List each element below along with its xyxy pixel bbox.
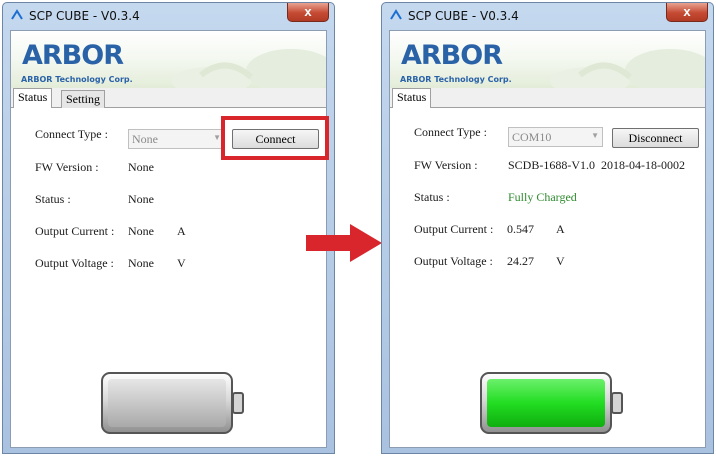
- output-current-label: Output Current :: [35, 224, 115, 238]
- title-bar[interactable]: SCP CUBE - V0.3.4 x: [3, 3, 334, 29]
- output-voltage-unit: V: [177, 256, 186, 270]
- tab-setting[interactable]: Setting: [61, 90, 106, 108]
- battery-icon: [101, 372, 244, 434]
- arbor-logo: ARBOR: [22, 40, 124, 71]
- status-page: Connect Type : COM10 ▼ Disconnect FW Ver…: [390, 108, 705, 447]
- fw-version-label: FW Version :: [414, 158, 478, 172]
- arbor-logo: ARBOR: [401, 40, 503, 71]
- output-current-value: 0.547: [507, 222, 534, 236]
- title-bar[interactable]: SCP CUBE - V0.3.4 x: [382, 3, 713, 29]
- output-current-unit: A: [556, 222, 565, 236]
- status-label: Status :: [35, 192, 71, 206]
- close-button[interactable]: x: [666, 3, 708, 22]
- fw-version-label: FW Version :: [35, 160, 99, 174]
- app-window-after: SCP CUBE - V0.3.4 x ARBOR ARBOR Technolo…: [381, 2, 714, 454]
- logo-subtitle: ARBOR Technology Corp.: [21, 75, 133, 84]
- output-voltage-value: None: [128, 256, 154, 270]
- connect-type-select[interactable]: COM10 ▼: [508, 127, 603, 147]
- status-value: Fully Charged: [508, 190, 577, 204]
- disconnect-button[interactable]: Disconnect: [612, 128, 699, 148]
- window-title: SCP CUBE - V0.3.4: [408, 9, 519, 23]
- app-icon: [11, 9, 23, 20]
- battery-icon: [480, 372, 623, 434]
- window-title: SCP CUBE - V0.3.4: [29, 9, 140, 23]
- status-label: Status :: [414, 190, 450, 204]
- app-window-before: SCP CUBE - V0.3.4 x ARBOR ARBOR Technolo…: [2, 2, 335, 454]
- output-current-label: Output Current :: [414, 222, 494, 236]
- tab-status[interactable]: Status: [13, 88, 53, 108]
- logo-banner: ARBOR ARBOR Technology Corp.: [11, 31, 326, 88]
- fw-version-value: SCDB-1688-V1.0 2018-04-18-0002: [508, 158, 685, 172]
- connect-type-label: Connect Type :: [35, 127, 108, 141]
- transition-arrow-icon: [306, 224, 382, 262]
- client-area: ARBOR ARBOR Technology Corp. Status Sett…: [10, 30, 327, 448]
- output-voltage-unit: V: [556, 254, 565, 268]
- connect-highlight-box: [221, 116, 329, 160]
- chevron-down-icon: ▼: [213, 133, 221, 142]
- output-current-value: None: [128, 224, 154, 238]
- output-voltage-label: Output Voltage :: [35, 256, 114, 270]
- connect-type-select[interactable]: None ▼: [128, 129, 225, 149]
- tab-strip: Status Setting: [11, 88, 326, 108]
- logo-subtitle: ARBOR Technology Corp.: [400, 75, 512, 84]
- connect-type-value: COM10: [512, 130, 552, 144]
- output-voltage-label: Output Voltage :: [414, 254, 493, 268]
- close-button[interactable]: x: [287, 3, 329, 22]
- status-value: None: [128, 192, 154, 206]
- output-current-unit: A: [177, 224, 186, 238]
- client-area: ARBOR ARBOR Technology Corp. Status Conn…: [389, 30, 706, 448]
- output-voltage-value: 24.27: [507, 254, 534, 268]
- connect-type-label: Connect Type :: [414, 125, 487, 139]
- logo-banner: ARBOR ARBOR Technology Corp.: [390, 31, 705, 88]
- fw-version-value: None: [128, 160, 154, 174]
- tab-strip: Status: [390, 88, 705, 108]
- connect-type-value: None: [132, 132, 158, 146]
- app-icon: [390, 9, 402, 20]
- tab-status[interactable]: Status: [392, 88, 432, 108]
- chevron-down-icon: ▼: [591, 131, 599, 140]
